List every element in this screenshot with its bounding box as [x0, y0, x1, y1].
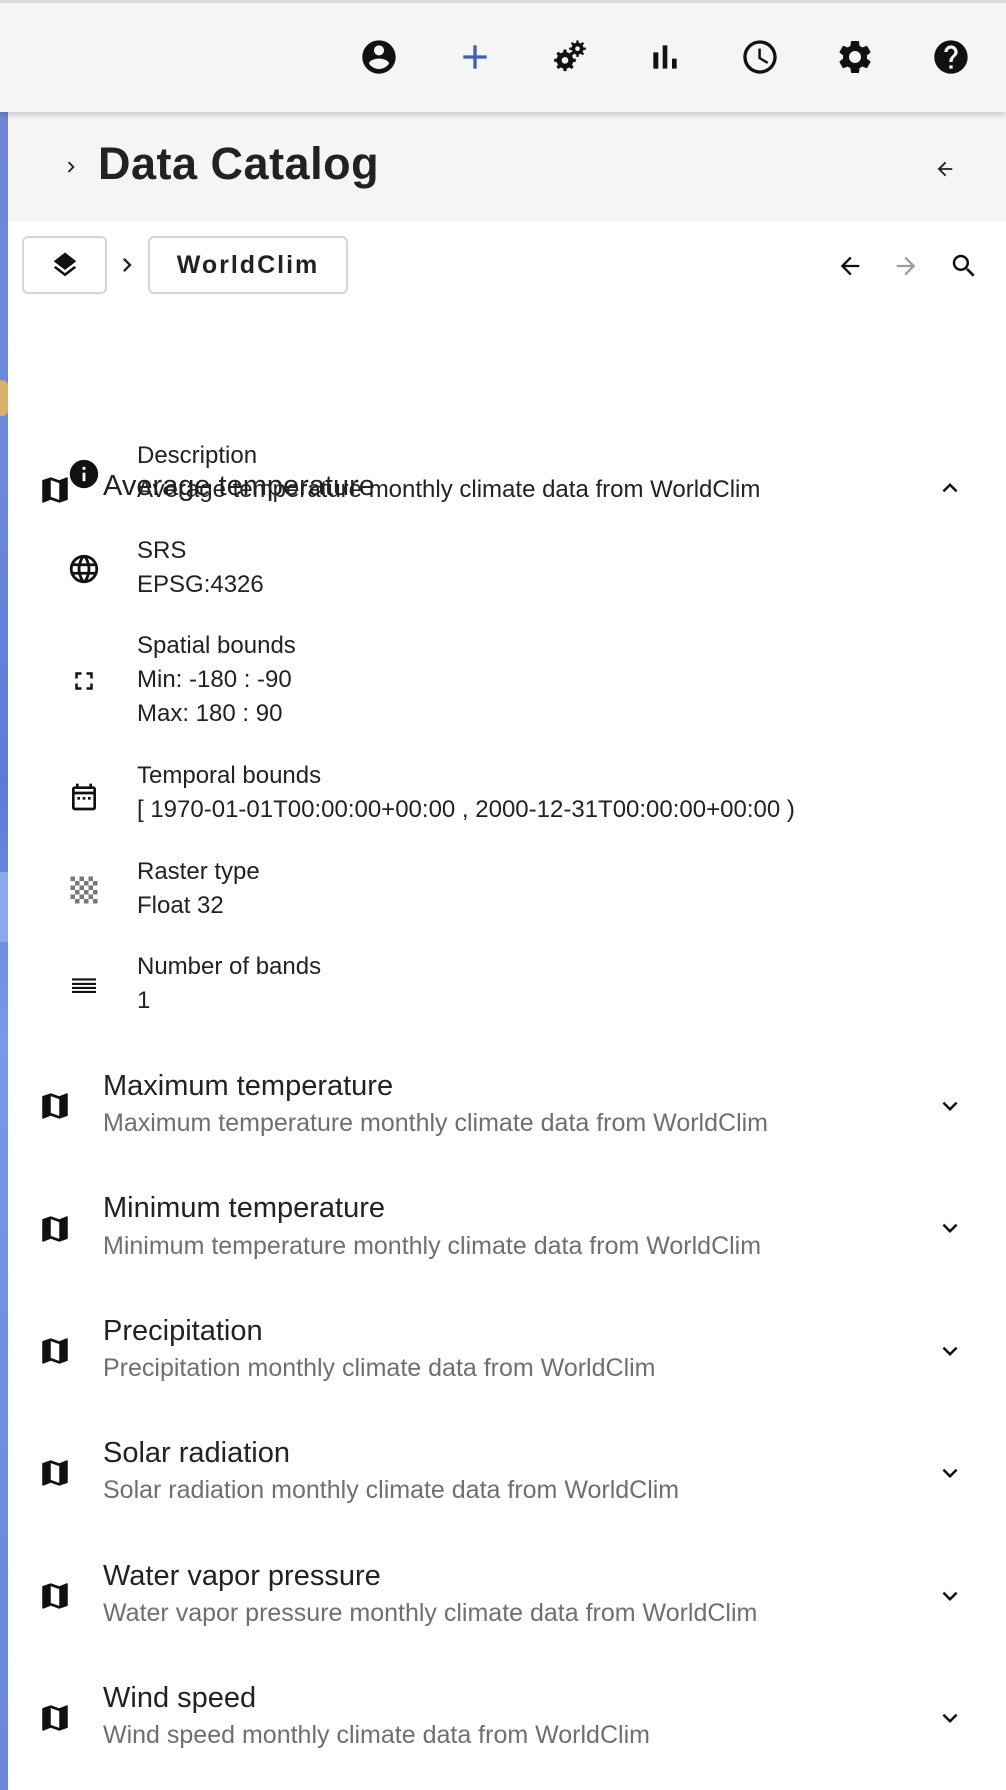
property-label-temporal-bounds: Temporal bounds — [137, 762, 322, 789]
raster-checker-icon — [64, 870, 104, 910]
panel-header: Data Catalog — [8, 112, 1006, 222]
dataset-title[interactable]: Precipitation — [103, 1315, 263, 1348]
chevron-down-icon[interactable] — [932, 1700, 968, 1736]
chevron-down-icon[interactable] — [932, 1333, 968, 1369]
chevron-down-icon[interactable] — [932, 1578, 968, 1614]
forward-arrow-icon — [888, 248, 924, 284]
property-value-description: Average temperature monthly climate data… — [137, 476, 761, 503]
map-feature — [0, 872, 8, 942]
map-icon — [35, 1209, 75, 1249]
dataset-subtitle: Maximum temperature monthly climate data… — [103, 1109, 769, 1137]
dataset-subtitle: Solar radiation monthly climate data fro… — [103, 1476, 680, 1504]
add-icon[interactable] — [453, 35, 497, 79]
property-value-raster-type: Float 32 — [137, 892, 224, 919]
dataset-title[interactable]: Solar radiation — [103, 1437, 290, 1470]
map-icon — [35, 1576, 75, 1616]
breadcrumb-separator-icon — [112, 250, 142, 280]
info-icon — [64, 454, 104, 494]
panel-title: Data Catalog — [98, 138, 380, 189]
history-icon[interactable] — [738, 35, 782, 79]
bands-list-icon — [64, 965, 104, 1005]
data-catalog-panel: Data Catalog WorldClim Average temperatu… — [8, 112, 1006, 1790]
top-toolbar — [0, 0, 1006, 112]
chevron-down-icon[interactable] — [932, 1210, 968, 1246]
property-label-raster-type: Raster type — [137, 858, 260, 885]
gears-icon[interactable] — [548, 35, 592, 79]
map-icon — [35, 1453, 75, 1493]
dataset-subtitle: Precipitation monthly climate data from … — [103, 1354, 656, 1382]
dataset-subtitle: Water vapor pressure monthly climate dat… — [103, 1599, 758, 1627]
layers-root-button[interactable] — [22, 236, 107, 294]
breadcrumb-worldclim[interactable]: WorldClim — [148, 236, 348, 294]
property-label-description: Description — [137, 442, 258, 469]
expand-chevron-icon[interactable] — [56, 152, 86, 182]
bar-chart-icon[interactable] — [643, 35, 687, 79]
map-background-edge — [0, 112, 8, 1790]
property-value-spatial-max: Max: 180 : 90 — [137, 700, 283, 727]
property-label-srs: SRS — [137, 537, 187, 564]
chevron-down-icon[interactable] — [932, 1088, 968, 1124]
calendar-icon — [64, 777, 104, 817]
property-value-temporal-bounds: [ 1970-01-01T00:00:00+00:00 , 2000-12-31… — [137, 796, 795, 823]
collapse-panel-icon[interactable] — [930, 154, 960, 184]
help-icon[interactable] — [929, 35, 973, 79]
property-label-number-of-bands: Number of bands — [137, 953, 322, 980]
dataset-subtitle: Wind speed monthly climate data from Wor… — [103, 1721, 650, 1749]
settings-icon[interactable] — [833, 35, 877, 79]
globe-icon — [64, 549, 104, 589]
breadcrumb-label: WorldClim — [176, 250, 320, 279]
property-value-number-of-bands: 1 — [137, 987, 151, 1014]
map-icon — [35, 1086, 75, 1126]
dataset-title[interactable]: Water vapor pressure — [103, 1560, 381, 1593]
property-value-spatial-min: Min: -180 : -90 — [137, 666, 292, 693]
back-arrow-icon[interactable] — [832, 248, 868, 284]
search-icon[interactable] — [946, 248, 982, 284]
property-label-spatial-bounds: Spatial bounds — [137, 632, 296, 659]
dataset-title[interactable]: Maximum temperature — [103, 1070, 393, 1103]
map-icon — [35, 1698, 75, 1738]
chevron-up-icon[interactable] — [932, 470, 968, 506]
fullscreen-bounds-icon — [64, 661, 104, 701]
chevron-down-icon[interactable] — [932, 1455, 968, 1491]
account-circle-icon[interactable] — [357, 35, 401, 79]
dataset-title[interactable]: Minimum temperature — [103, 1192, 385, 1225]
property-value-srs: EPSG:4326 — [137, 571, 264, 598]
dataset-subtitle: Minimum temperature monthly climate data… — [103, 1232, 762, 1260]
map-icon — [35, 1331, 75, 1371]
dataset-title[interactable]: Wind speed — [103, 1682, 256, 1715]
layers-icon — [53, 252, 76, 277]
map-feature — [0, 380, 8, 416]
